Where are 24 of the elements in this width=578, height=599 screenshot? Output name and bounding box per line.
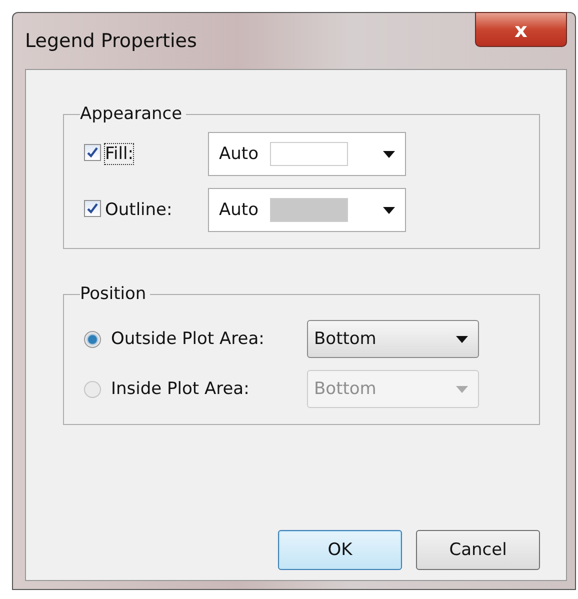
color-dropdown[interactable]: Auto bbox=[208, 132, 406, 176]
dropdown-value: Bottom bbox=[314, 379, 376, 399]
radio-button[interactable] bbox=[84, 330, 101, 348]
window-title: Legend Properties bbox=[25, 30, 197, 52]
radio-label: Inside Plot Area: bbox=[111, 379, 250, 399]
dropdown-value: Bottom bbox=[314, 329, 376, 349]
dropdown-value: Auto bbox=[219, 144, 258, 164]
checkbox[interactable] bbox=[84, 200, 101, 217]
close-button[interactable]: x bbox=[475, 12, 567, 47]
ok-button[interactable]: OK bbox=[278, 530, 402, 570]
checkbox[interactable] bbox=[84, 144, 101, 161]
caret-icon bbox=[456, 386, 468, 392]
caret-icon bbox=[456, 336, 468, 342]
color-dropdown[interactable]: Auto bbox=[208, 188, 406, 232]
group-title: Position bbox=[80, 284, 148, 304]
checkbox-label: Outline: bbox=[105, 200, 174, 220]
group-title: Appearance bbox=[80, 104, 184, 124]
cancel-button[interactable]: Cancel bbox=[416, 530, 540, 570]
position-dropdown[interactable]: Bottom bbox=[307, 320, 479, 358]
dropdown-value: Auto bbox=[219, 200, 258, 220]
caret-icon bbox=[383, 150, 395, 158]
checkbox-label: Fill: bbox=[105, 144, 134, 164]
caret-icon bbox=[383, 206, 395, 214]
radio-label: Outside Plot Area: bbox=[111, 329, 266, 349]
